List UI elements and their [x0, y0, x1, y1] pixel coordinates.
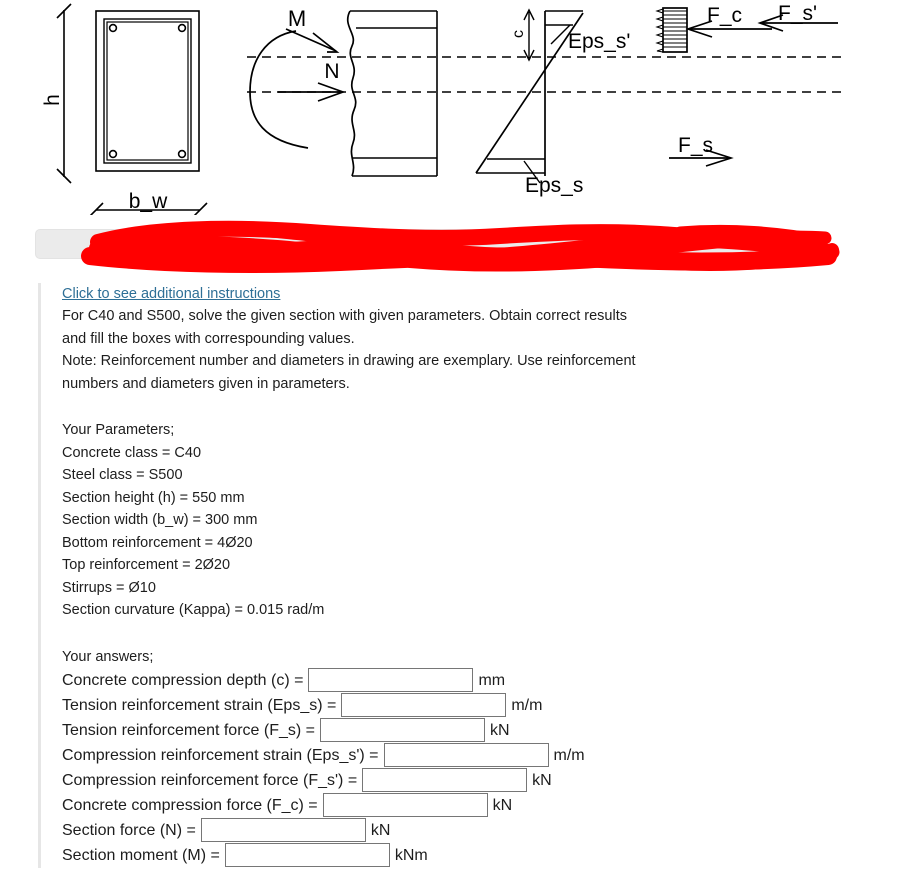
input-tension-reinforcement-strain[interactable]	[341, 693, 507, 717]
question-toolbar[interactable]	[35, 229, 787, 259]
rebar-top-left	[108, 23, 118, 33]
parameter-bottom-reinforcement: Bottom reinforcement = 4Ø20	[62, 534, 253, 551]
moment-arc	[249, 30, 309, 149]
answer-label: Section force (N) =	[62, 821, 196, 839]
instruction-line-1: For C40 and S500, solve the given sectio…	[62, 308, 627, 324]
label-bw: b_w	[129, 190, 168, 213]
rebar-bottom-right	[177, 149, 187, 159]
input-concrete-compression-force[interactable]	[322, 793, 488, 817]
input-compression-reinforcement-strain[interactable]	[383, 743, 549, 767]
answer-label: Section moment (M) =	[62, 846, 220, 864]
answer-unit: kN	[492, 796, 513, 814]
section-outline	[95, 10, 200, 172]
instruction-line-4: numbers and diameters given in parameter…	[62, 375, 350, 392]
parameter-stirrups: Stirrups = Ø10	[62, 579, 156, 596]
answer-unit: kN	[532, 771, 552, 789]
parameter-section-height: Section height (h) = 550 mm	[62, 489, 245, 506]
section-diagram-svg: h b_w M N c Eps_s' Eps_s F_c F_s' F_s	[41, 2, 845, 215]
answer-row-compression-reinforcement-strain: Compression reinforcement strain (Eps_s'…	[62, 743, 878, 768]
instruction-line-3: Note: Reinforcement number and diameters…	[62, 353, 636, 369]
parameter-steel-class: Steel class = S500	[62, 467, 183, 483]
answer-label: Compression reinforcement force (F_s') =	[62, 771, 358, 789]
label-h: h	[41, 94, 64, 106]
beam-wavy-edge	[346, 10, 357, 177]
label-fc: F_c	[707, 4, 742, 27]
label-eps-s: Eps_s	[525, 174, 583, 197]
rebar-top-right	[177, 23, 187, 33]
answer-row-concrete-compression-depth: Concrete compression depth (c) = mm	[62, 668, 878, 693]
label-normal-force: N	[324, 60, 339, 83]
answer-unit: kN	[370, 821, 391, 839]
answer-row-concrete-compression-force: Concrete compression force (F_c) = kN	[62, 793, 878, 818]
instruction-line-2: and fill the boxes with correspounding v…	[62, 330, 355, 347]
answer-row-tension-reinforcement-force: Tension reinforcement force (F_s) = kN	[62, 718, 878, 743]
answer-label: Concrete compression depth (c) =	[62, 671, 304, 689]
label-fs-prime: F_s'	[778, 2, 817, 25]
answer-row-compression-reinforcement-force: Compression reinforcement force (F_s') =…	[62, 768, 878, 793]
answer-unit: kN	[490, 721, 510, 739]
label-eps-s-prime: Eps_s'	[568, 30, 630, 53]
answer-label: Tension reinforcement strain (Eps_s) =	[62, 696, 337, 714]
input-section-moment[interactable]	[224, 843, 390, 867]
answer-unit: mm	[478, 671, 506, 689]
parameters-heading: Your Parameters;	[62, 422, 175, 438]
rebar-bottom-left	[108, 149, 118, 159]
answer-row-section-force: Section force (N) = kN	[62, 818, 878, 843]
input-concrete-compression-depth[interactable]	[308, 668, 474, 692]
input-tension-reinforcement-force[interactable]	[320, 718, 485, 742]
input-compression-reinforcement-force[interactable]	[362, 768, 528, 792]
question-body: Click to see additional instructions For…	[38, 283, 878, 868]
label-moment: M	[288, 6, 306, 31]
parameter-section-curvature: Section curvature (Kappa) = 0.015 rad/m	[62, 602, 325, 618]
section-diagram: h b_w M N c Eps_s' Eps_s F_c F_s' F_s	[0, 0, 899, 215]
answer-unit: m/m	[511, 696, 543, 714]
additional-instructions-link[interactable]: Click to see additional instructions	[62, 283, 280, 305]
answer-label: Tension reinforcement force (F_s) =	[62, 721, 315, 739]
answers-heading: Your answers;	[62, 648, 154, 665]
answer-row-section-moment: Section moment (M) = kNm	[62, 843, 878, 868]
label-fs: F_s	[678, 134, 713, 157]
parameter-section-width: Section width (b_w) = 300 mm	[62, 512, 258, 528]
label-c: c	[510, 30, 527, 38]
answer-label: Concrete compression force (F_c) =	[62, 796, 318, 814]
answer-unit: m/m	[553, 746, 585, 764]
answer-label: Compression reinforcement strain (Eps_s'…	[62, 746, 379, 764]
answer-unit: kNm	[394, 846, 428, 864]
input-section-force[interactable]	[200, 818, 366, 842]
parameter-top-reinforcement: Top reinforcement = 2Ø20	[62, 557, 231, 573]
parameter-concrete-class: Concrete class = C40	[62, 444, 202, 461]
answer-row-tension-reinforcement-strain: Tension reinforcement strain (Eps_s) = m…	[62, 693, 878, 718]
